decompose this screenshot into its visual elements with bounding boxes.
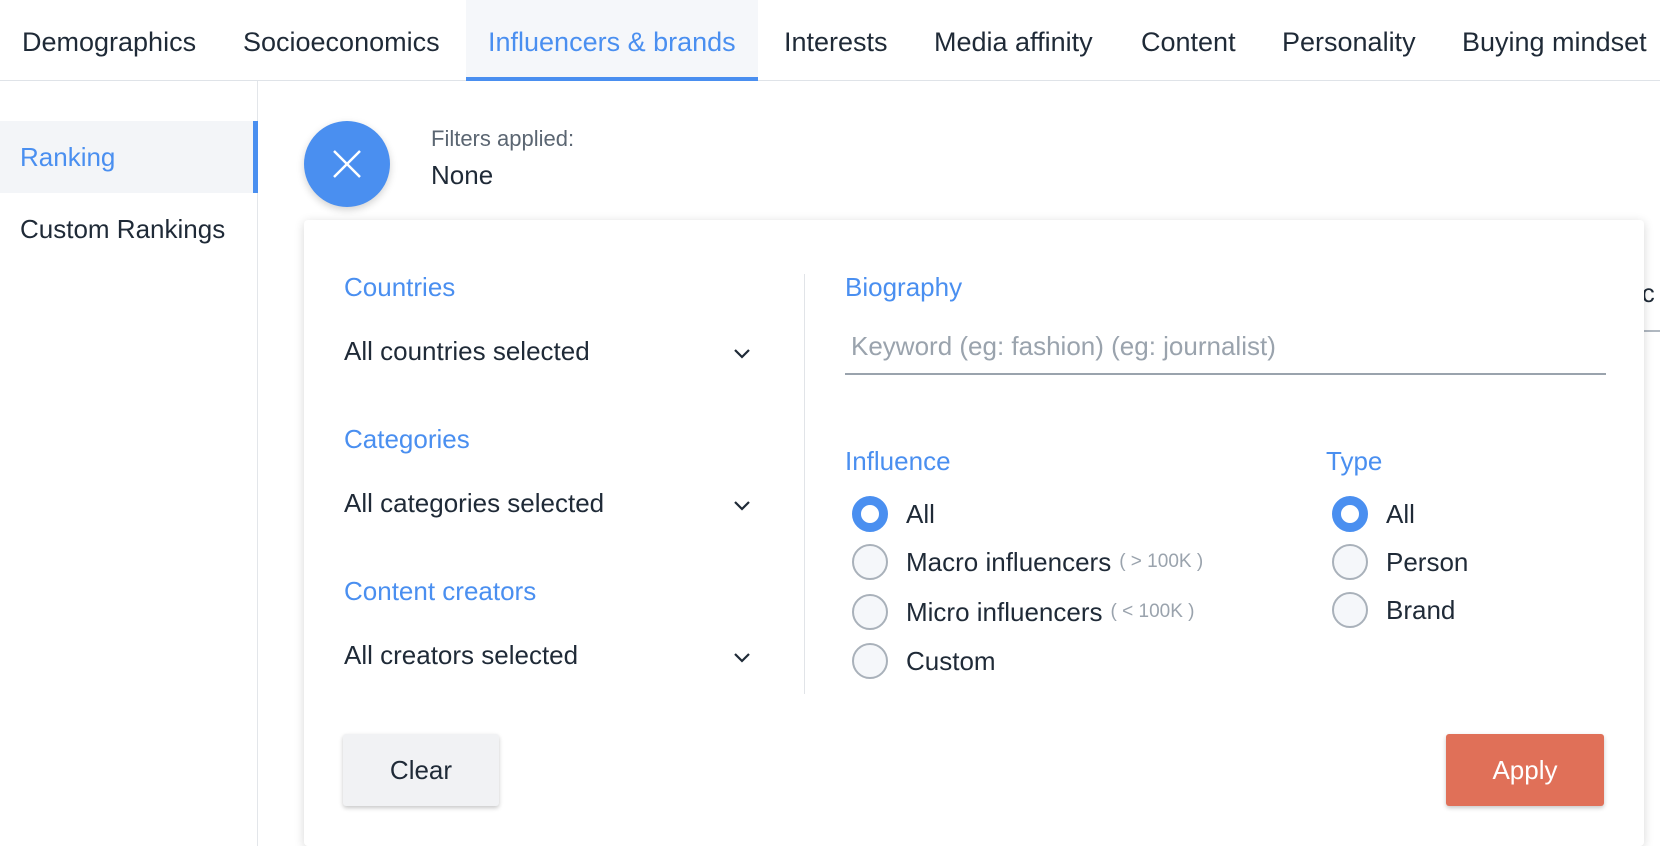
type-radio-person[interactable]: Person [1332,542,1468,582]
type-radio-all[interactable]: All [1332,494,1415,534]
panel-divider [804,274,805,694]
biography-input[interactable] [845,320,1606,375]
influence-radio-all[interactable]: All [852,494,935,534]
tab-influencers-brands[interactable]: Influencers & brands [466,0,758,81]
influence-radio-custom[interactable]: Custom [852,641,996,681]
sidebar-item-custom-rankings[interactable]: Custom Rankings [0,193,258,265]
apply-button[interactable]: Apply [1446,734,1604,806]
radio-hint: ( > 100K ) [1119,551,1204,572]
countries-select[interactable]: All countries selected [344,336,754,376]
close-icon [333,150,361,178]
radio-button-icon [852,496,888,532]
tab-media-affinity[interactable]: Media affinity [912,0,1115,81]
filters-applied-value: None [431,160,494,190]
chevron-down-icon [734,653,750,663]
influence-label: Influence [845,446,951,476]
tab-demographics[interactable]: Demographics [0,0,218,81]
tab-buying-mindset[interactable]: Buying mindset [1440,0,1660,81]
type-radio-brand[interactable]: Brand [1332,590,1455,630]
tab-content[interactable]: Content [1119,0,1258,81]
radio-button-icon [852,594,888,630]
filters-applied-label: Filters applied: [431,126,575,151]
influence-radio-macro[interactable]: Macro influencers ( > 100K ) [852,542,1203,582]
countries-label: Countries [344,272,456,302]
radio-label: All [906,498,935,529]
content-creators-select[interactable]: All creators selected [344,640,754,680]
categories-label: Categories [344,424,470,454]
radio-button-icon [1332,544,1368,580]
radio-button-icon [852,544,888,580]
content-creators-label: Content creators [344,576,537,606]
tab-interests[interactable]: Interests [762,0,910,81]
influence-radio-micro[interactable]: Micro influencers ( < 100K ) [852,592,1194,632]
top-tab-bar: Demographics Socioeconomics Influencers … [0,0,1660,81]
close-filters-button[interactable] [304,121,390,207]
content-creators-select-value: All creators selected [344,640,579,670]
categories-select-value: All categories selected [344,488,605,518]
sidebar-item-ranking[interactable]: Ranking [0,121,258,193]
sidebar: Ranking Custom Rankings [0,81,258,846]
countries-select-value: All countries selected [344,336,590,366]
chevron-down-icon [734,349,750,359]
radio-button-icon [852,643,888,679]
tab-personality[interactable]: Personality [1260,0,1438,81]
radio-hint: ( < 100K ) [1110,601,1195,622]
clear-button[interactable]: Clear [343,734,499,806]
type-label: Type [1326,446,1383,476]
categories-select[interactable]: All categories selected [344,488,754,528]
filter-panel: Countries All countries selected Categor… [304,220,1644,846]
radio-label: Micro influencers [906,596,1103,627]
chevron-down-icon [734,501,750,511]
radio-label: Custom [906,645,996,676]
radio-label: Brand [1386,594,1456,625]
biography-label: Biography [845,272,963,302]
tab-socioeconomics[interactable]: Socioeconomics [221,0,462,81]
radio-label: Macro influencers [906,546,1112,577]
radio-label: All [1386,498,1415,529]
radio-label: Person [1386,546,1469,577]
radio-button-icon [1332,496,1368,532]
radio-button-icon [1332,592,1368,628]
